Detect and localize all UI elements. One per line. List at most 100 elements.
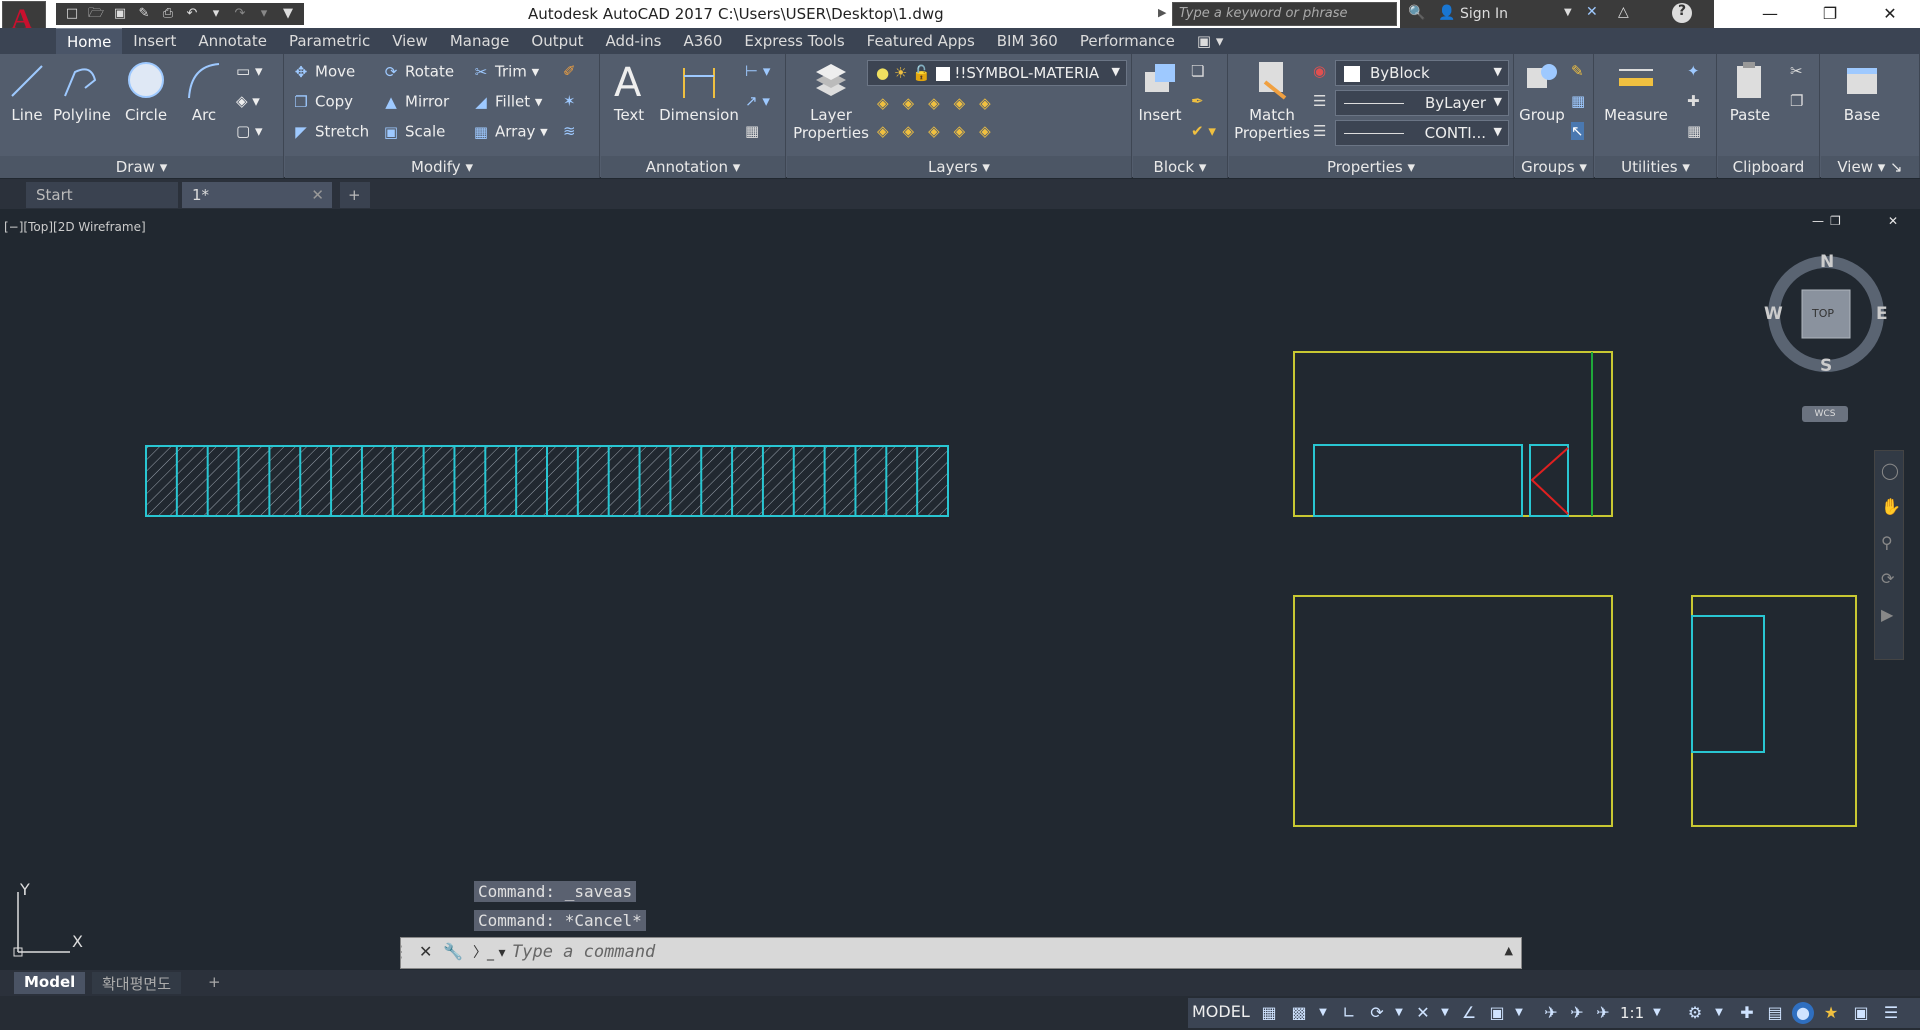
wcs-menu[interactable]: WCS — [1802, 406, 1848, 422]
base-button[interactable]: Base — [1837, 58, 1887, 124]
create-block-icon[interactable]: ❏ — [1191, 62, 1204, 80]
customization-menu-icon[interactable]: ☰ — [1880, 1002, 1902, 1024]
panel-layers-title[interactable]: Layers ▾ — [787, 156, 1131, 178]
move-button[interactable]: ✥ Move — [291, 62, 356, 82]
stretch-button[interactable]: ◤ Stretch — [291, 122, 369, 142]
search-input[interactable]: Type a keyword or phrase — [1172, 2, 1397, 26]
compass-e[interactable]: E — [1876, 304, 1888, 324]
panel-clipboard-title[interactable]: Clipboard — [1718, 156, 1819, 178]
doc-tab-start[interactable]: Start — [26, 182, 178, 208]
paste-button[interactable]: Paste — [1722, 58, 1778, 124]
tab-performance[interactable]: Performance — [1069, 28, 1186, 54]
rectangle-icon[interactable]: ▭ ▾ — [236, 62, 262, 80]
layout-tab-plan[interactable]: 확대평면도 — [92, 972, 182, 994]
save-icon[interactable]: ▣ — [110, 4, 130, 24]
tab-add-ins[interactable]: Add-ins — [595, 28, 673, 54]
add-layout-button[interactable]: + — [198, 972, 231, 994]
line-button[interactable]: Line — [4, 58, 50, 124]
group-select-icon[interactable]: ↖ — [1571, 122, 1584, 140]
measure-button[interactable]: Measure — [1601, 58, 1671, 124]
help-icon[interactable]: ? — [1672, 3, 1692, 23]
workspace-gear-icon[interactable]: ⚙ — [1684, 1002, 1706, 1024]
workspace-dropdown-icon[interactable]: ▼ — [1708, 1002, 1730, 1024]
polar-icon[interactable]: ⟳ — [1366, 1002, 1388, 1024]
plan-box-right[interactable] — [1691, 595, 1857, 827]
polar-dropdown-icon[interactable]: ▼ — [1388, 1002, 1410, 1024]
panel-utilities-title[interactable]: Utilities ▾ — [1595, 156, 1716, 178]
print-icon[interactable]: ⎙ — [158, 4, 178, 24]
open-icon[interactable]: 🗁 — [86, 4, 106, 24]
ungroup-icon[interactable]: ✎ — [1571, 62, 1584, 80]
undo-icon[interactable]: ↶ — [182, 4, 202, 24]
snap-icon[interactable]: ▩ — [1288, 1002, 1310, 1024]
compass-n[interactable]: N — [1820, 252, 1834, 272]
copy-clip-icon[interactable]: ❐ — [1790, 92, 1803, 110]
clean-screen-icon[interactable]: ▣ — [1850, 1002, 1872, 1024]
panel-properties-title[interactable]: Properties ▾ — [1229, 156, 1513, 178]
circle-button[interactable]: Circle — [118, 58, 174, 124]
tab-home[interactable]: Home — [56, 28, 123, 54]
hardware-acceleration-icon[interactable]: ★ — [1820, 1002, 1842, 1024]
plus-toolbar-icon[interactable]: ✚ — [1736, 1002, 1758, 1024]
auto-scale-icon[interactable]: ✈ — [1566, 1002, 1588, 1024]
cut-icon[interactable]: ✂ — [1790, 62, 1803, 80]
command-history-toggle-icon[interactable]: ▲ — [1505, 944, 1513, 957]
scale-dropdown-icon[interactable]: ▼ — [1646, 1002, 1668, 1024]
point-icon[interactable]: ✚ — [1687, 92, 1700, 110]
viewcube[interactable]: N S W E TOP — [1764, 252, 1888, 376]
match-properties-button[interactable]: Match Properties — [1233, 58, 1311, 142]
search-expand-icon[interactable]: ▶ — [1158, 6, 1166, 19]
layer-tools-row2-icon[interactable]: ◈◈◈◈◈ — [877, 122, 1005, 140]
object-snap-tracking-icon[interactable]: ∠ — [1458, 1002, 1480, 1024]
panel-block-title[interactable]: Block ▾ — [1133, 156, 1227, 178]
lineweight-dropdown[interactable]: CONTI... ▼ — [1335, 120, 1509, 146]
exchange-icon[interactable]: ✕ — [1586, 4, 1598, 20]
sign-in-dropdown-icon[interactable]: ▼ — [1564, 7, 1572, 18]
layer-properties-button[interactable]: Layer Properties — [791, 58, 871, 142]
tab-annotate[interactable]: Annotate — [187, 28, 278, 54]
tab-express-tools[interactable]: Express Tools — [733, 28, 855, 54]
pan-icon[interactable]: ✋ — [1881, 497, 1901, 516]
panel-view-title[interactable]: View ▾ ↘ — [1821, 156, 1919, 178]
command-close-icon[interactable]: ✕ — [419, 942, 432, 961]
orbit-icon[interactable]: ⟳ — [1881, 569, 1894, 588]
tab-featured-apps[interactable]: Featured Apps — [856, 28, 986, 54]
rotate-button[interactable]: ⟳ Rotate — [381, 62, 454, 82]
model-space-button[interactable]: MODEL — [1192, 1002, 1250, 1021]
drawing-geometry[interactable] — [0, 210, 1920, 970]
a360-icon[interactable]: △ — [1618, 4, 1629, 20]
compass-w[interactable]: W — [1764, 304, 1783, 324]
new-icon[interactable]: □ — [62, 4, 82, 24]
edit-block-icon[interactable]: ✒ — [1191, 92, 1204, 110]
restore-button[interactable]: ❐ — [1800, 0, 1860, 28]
array-button[interactable]: ▦ Array ▾ — [471, 122, 548, 142]
linear-dim-icon[interactable]: ⊢ ▾ — [745, 62, 770, 80]
mirror-button[interactable]: ▲ Mirror — [381, 92, 449, 112]
trim-button[interactable]: ✂ Trim ▾ — [471, 62, 540, 82]
linetype-dropdown[interactable]: ByLayer ▼ — [1335, 90, 1509, 116]
hatch-icon[interactable]: ◈ ▾ — [236, 92, 260, 110]
panel-modify-title[interactable]: Modify ▾ — [285, 156, 599, 178]
grid-icon[interactable]: ▦ — [1258, 1002, 1280, 1024]
group-button[interactable]: Group — [1517, 58, 1567, 124]
minimize-button[interactable]: — — [1740, 0, 1800, 28]
linetype-icon[interactable]: ☰ — [1313, 92, 1326, 110]
save-as-icon[interactable]: ✎ — [134, 4, 154, 24]
close-button[interactable]: ✕ — [1860, 0, 1920, 28]
panel-groups-title[interactable]: Groups ▾ — [1515, 156, 1593, 178]
lineweight-icon[interactable]: ☰ — [1313, 122, 1326, 140]
isolate-objects-icon[interactable]: ● — [1792, 1002, 1814, 1024]
showmotion-icon[interactable]: ▶ — [1881, 605, 1893, 624]
layer-dropdown[interactable]: ● ☀ 🔓 !!SYMBOL-MATERIA ▼ — [867, 60, 1127, 86]
layout-tab-model[interactable]: Model — [14, 972, 86, 994]
elevation-box[interactable] — [1293, 351, 1613, 517]
redo-icon[interactable]: ↷ — [230, 4, 250, 24]
color-dropdown[interactable]: ByBlock ▼ — [1335, 60, 1509, 86]
panel-draw-title[interactable]: Draw ▾ — [0, 156, 283, 178]
new-tab-button[interactable]: + — [340, 182, 370, 208]
snap-dropdown-icon[interactable]: ▼ — [1312, 1002, 1334, 1024]
calculator-icon[interactable]: ▦ — [1687, 122, 1701, 140]
scale-button[interactable]: ▣ Scale — [381, 122, 445, 142]
isodraft-icon[interactable]: ✕ — [1412, 1002, 1434, 1024]
drawing-canvas[interactable]: [−][Top][2D Wireframe] — ❐ ✕ N S W E TOP… — [0, 210, 1920, 970]
